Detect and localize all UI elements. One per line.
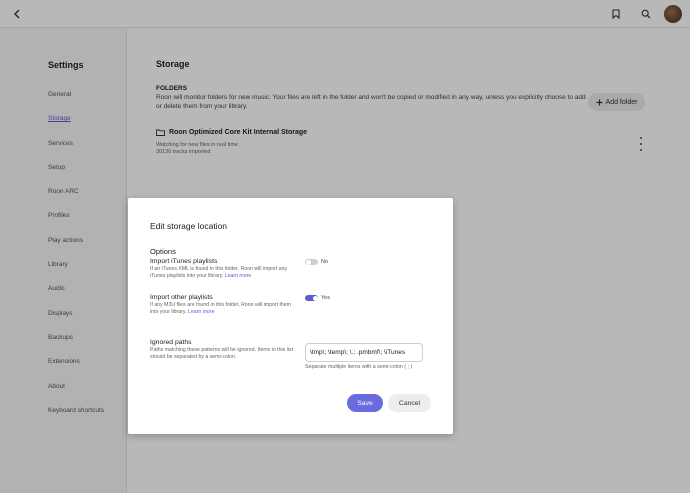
other-playlists-toggle[interactable]: [305, 295, 318, 301]
save-button[interactable]: Save: [347, 394, 383, 412]
options-heading: Options: [150, 247, 176, 256]
itunes-toggle-state: No: [321, 259, 329, 265]
edit-storage-dialog: Edit storage location Options Import iTu…: [128, 198, 453, 434]
itunes-option-label: Import iTunes playlists: [150, 258, 218, 265]
ignored-paths-label: Ignored paths: [150, 339, 192, 346]
other-toggle-state: Yes: [321, 295, 330, 301]
itunes-option-description: If an iTunes XML is found in this folder…: [150, 266, 288, 279]
other-learn-more-link[interactable]: Learn more: [188, 309, 215, 315]
dialog-title: Edit storage location: [150, 221, 228, 231]
itunes-option: Import iTunes playlists If an iTunes XML…: [150, 258, 300, 279]
ignored-paths-hint: Separate multiple items with a semi-colo…: [305, 364, 413, 370]
itunes-playlists-toggle[interactable]: [305, 259, 318, 265]
other-playlists-option: Import other playlists If any M3U files …: [150, 294, 300, 315]
itunes-learn-more-link[interactable]: Learn more: [225, 273, 252, 279]
ignored-paths-input[interactable]: [305, 343, 423, 362]
ignored-paths-option: Ignored paths Paths matching these patte…: [150, 339, 300, 360]
other-playlists-label: Import other playlists: [150, 294, 213, 301]
other-playlists-description: If any M3U files are found in this folde…: [150, 302, 291, 315]
cancel-button[interactable]: Cancel: [388, 394, 431, 412]
ignored-paths-description: Paths matching these patterns will be ig…: [150, 347, 294, 360]
